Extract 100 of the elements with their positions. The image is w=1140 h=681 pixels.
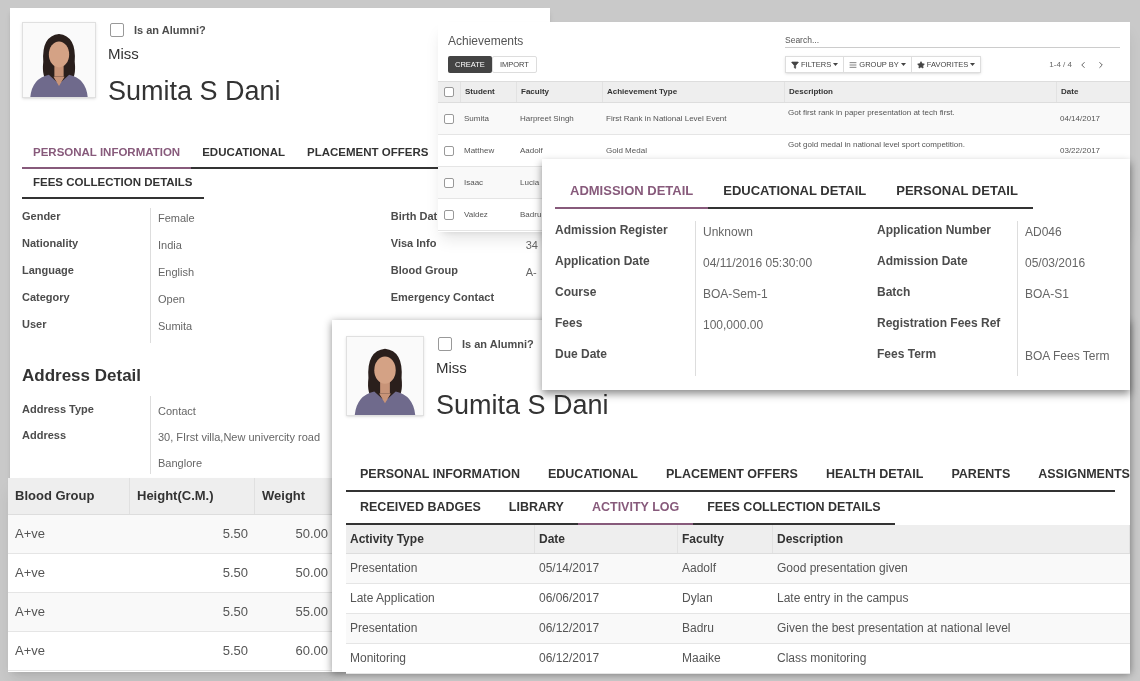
field-value: Unknown xyxy=(703,224,754,241)
field-value: English xyxy=(158,264,195,280)
table-cell: Matthew xyxy=(464,144,495,157)
tab[interactable]: EDUCATIONAL DETAIL xyxy=(708,175,882,209)
table-cell-text: 06/06/2017 xyxy=(539,590,600,608)
checkbox[interactable] xyxy=(444,145,454,156)
field-value: Contact xyxy=(158,405,196,418)
tab[interactable]: EDUCATIONAL xyxy=(533,458,652,492)
field-label: Gender xyxy=(22,208,61,224)
field-value: 100,000.00 xyxy=(703,317,764,334)
field-label: Address Type xyxy=(22,403,94,416)
field-value: Open xyxy=(158,291,185,307)
field-value: Banglore xyxy=(158,457,203,470)
field-label: Fees xyxy=(555,315,583,332)
tab[interactable]: EDUCATIONAL xyxy=(191,138,296,169)
tab[interactable]: FEES COLLECTION DETAILS xyxy=(693,491,895,525)
field-label: Nationality xyxy=(22,235,79,251)
field-label: Emergency Contact xyxy=(390,289,495,305)
checkbox[interactable] xyxy=(438,337,452,352)
table-cell-text: 5.50 xyxy=(222,525,248,544)
field-label: Course xyxy=(555,284,597,301)
field-label: Language xyxy=(22,262,74,278)
table-cell-text: Maaike xyxy=(682,650,721,668)
tab[interactable]: LIBRARY xyxy=(494,491,578,525)
table-cell-text: Late entry in the campus xyxy=(777,590,909,608)
field-value: Female xyxy=(158,210,195,226)
tab[interactable]: PLACEMENT OFFERS xyxy=(296,138,440,169)
table-cell: Got gold medal in national level sport competition. xyxy=(788,139,965,151)
next-icon[interactable] xyxy=(1096,59,1106,70)
field-label: Admission Date xyxy=(877,253,968,270)
previous-icon[interactable] xyxy=(1078,59,1088,70)
filter-icon xyxy=(791,60,799,69)
tab[interactable]: PERSONAL INFORMATION xyxy=(22,138,192,169)
field-value: BOA Fees Term xyxy=(1025,348,1110,365)
table-cell-text: Monitoring xyxy=(350,650,407,668)
tab[interactable]: PARENTS xyxy=(937,458,1025,492)
checkbox[interactable] xyxy=(444,209,454,220)
tab[interactable]: PERSONAL INFORMATION xyxy=(346,458,534,492)
student-name: Sumita S Dani xyxy=(108,75,281,108)
column-header: Date xyxy=(1061,86,1079,98)
table-cell: Lucia xyxy=(520,176,540,189)
tab[interactable]: PLACEMENT OFFERS xyxy=(652,458,812,492)
field-value: 05/03/2016 xyxy=(1025,255,1086,272)
star-icon xyxy=(916,60,925,69)
table-cell-text: Presentation xyxy=(350,560,418,578)
table-cell-text: 06/12/2017 xyxy=(539,650,600,668)
list-icon xyxy=(849,60,858,69)
field-label: Fees Term xyxy=(877,346,937,363)
caret-icon xyxy=(833,63,839,66)
column-header: Faculty xyxy=(682,530,724,548)
checkbox[interactable] xyxy=(444,87,454,97)
title-text: Miss xyxy=(436,357,468,378)
field-label: Blood Group xyxy=(390,262,458,278)
field-value: India xyxy=(158,237,182,253)
tab[interactable]: FEES COLLECTION DETAILS xyxy=(22,168,204,199)
table-cell: Isaac xyxy=(464,176,484,189)
table-cell: Got first rank in paper presentation at tech first. xyxy=(788,107,955,119)
field-label: Application Date xyxy=(555,253,650,270)
table-cell: Aadolf xyxy=(520,144,543,157)
tab[interactable]: HEALTH DETAIL xyxy=(811,458,938,492)
table-cell: Valdez xyxy=(464,208,488,221)
column-header: Achievement Type xyxy=(607,86,678,98)
field-value: 34 xyxy=(525,237,538,253)
section-heading: Address Detail xyxy=(22,364,142,387)
column-header: Weight xyxy=(262,487,306,506)
field-label: Visa Info xyxy=(390,235,437,251)
field-label: Batch xyxy=(877,284,911,301)
table-cell-text: A+ve xyxy=(15,642,45,661)
checkbox[interactable] xyxy=(444,113,454,124)
field-label: Due Date xyxy=(555,346,607,363)
field-label: Birth Dat xyxy=(390,208,438,224)
table-cell-text: Aadolf xyxy=(682,560,717,578)
table-cell-text: Dylan xyxy=(682,590,713,608)
table-cell-text: A+ve xyxy=(15,525,45,544)
checkbox[interactable] xyxy=(444,177,454,188)
tab[interactable]: ASSIGNMENTS xyxy=(1024,458,1140,492)
table-cell-text: Badru xyxy=(682,620,715,638)
field-value: A- xyxy=(525,264,537,280)
field-label: Registration Fees Ref xyxy=(877,315,1001,332)
checkbox-label: Is an Alumni? xyxy=(134,23,206,38)
table-cell-text: 50.00 xyxy=(295,525,328,544)
table-cell-text: Good presentation given xyxy=(777,560,908,578)
column-header: Activity Type xyxy=(350,530,424,548)
field-value: AD046 xyxy=(1025,224,1062,241)
table-cell-text: 5.50 xyxy=(222,564,248,583)
table-cell-text: 50.00 xyxy=(295,564,328,583)
field-value: BOA-S1 xyxy=(1025,286,1069,303)
table-cell-text: 5.50 xyxy=(222,642,248,661)
table-cell-text: Late Application xyxy=(350,590,435,608)
search-field[interactable]: Search... xyxy=(785,32,1120,48)
table-cell-text: 05/14/2017 xyxy=(539,560,600,578)
caret-icon xyxy=(900,63,906,66)
table-cell: Gold Medal xyxy=(606,144,647,157)
checkbox[interactable] xyxy=(110,23,124,38)
tab[interactable]: ADMISSION DETAIL xyxy=(555,175,709,209)
tab[interactable]: PERSONAL DETAIL xyxy=(881,175,1033,209)
table-cell: Harpreet Singh xyxy=(520,112,574,125)
field-label: Admission Register xyxy=(555,222,668,239)
tab[interactable]: RECEIVED BADGES xyxy=(346,491,495,525)
field-label: Application Number xyxy=(877,222,991,239)
